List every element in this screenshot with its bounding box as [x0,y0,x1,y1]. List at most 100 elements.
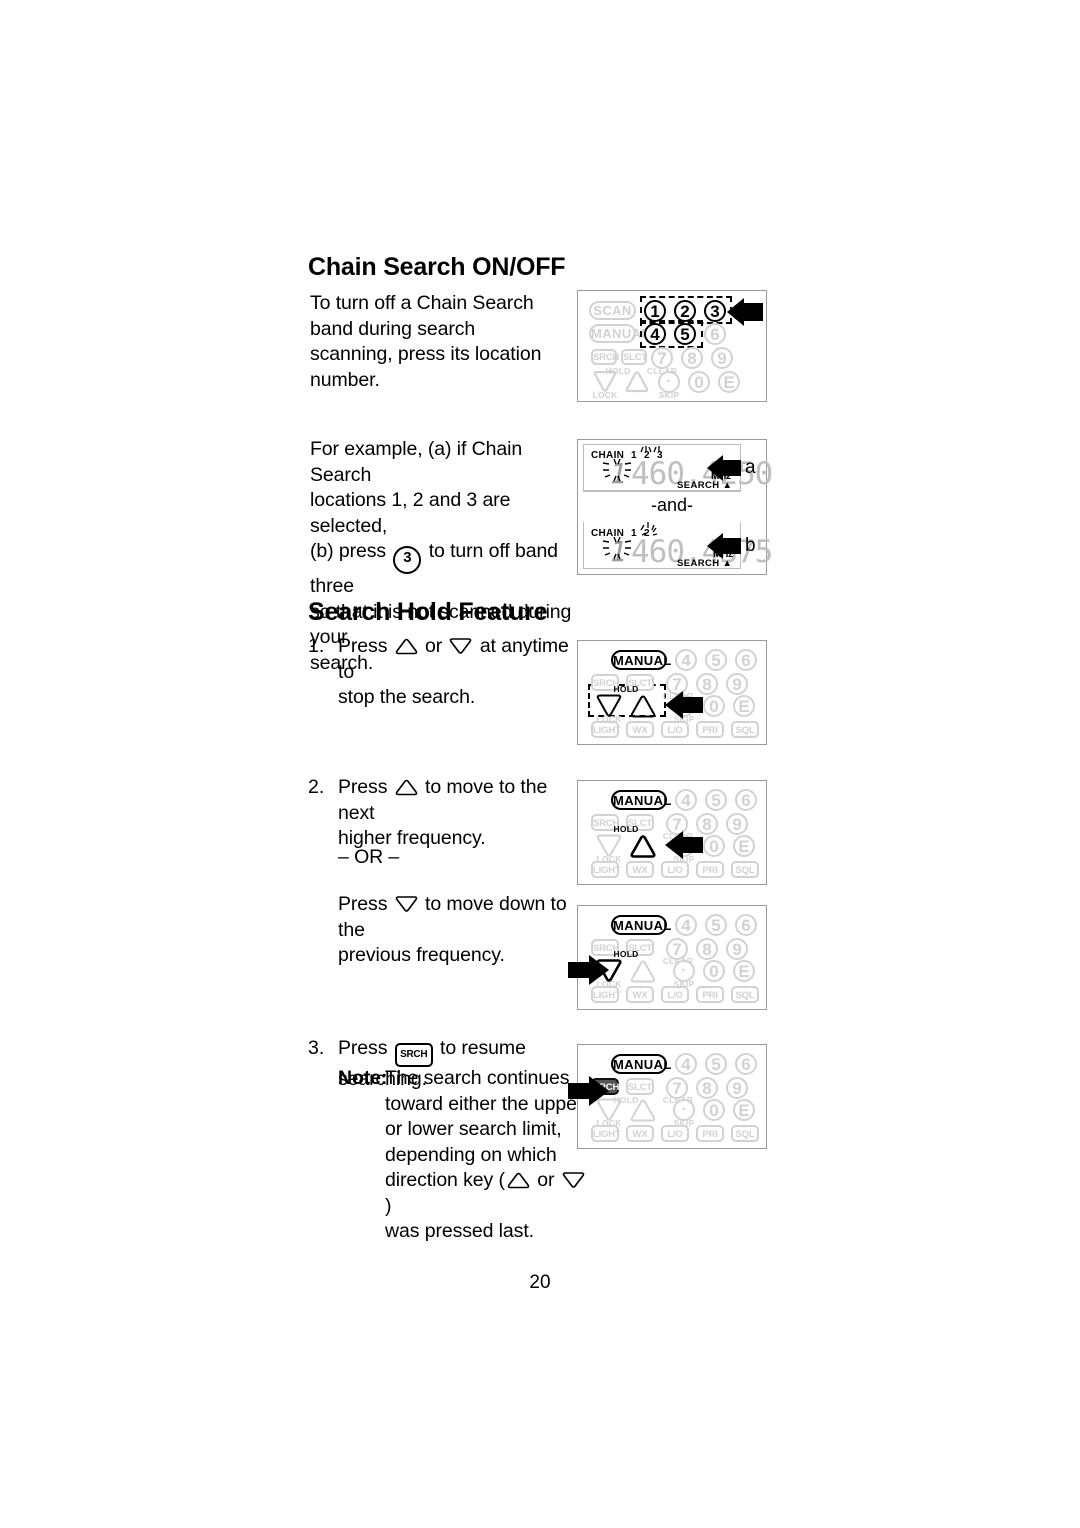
key-slct[interactable]: SLCT [621,349,647,365]
key-9[interactable]: 9 [726,673,748,695]
pointer-arrow-left [726,298,764,326]
key-2[interactable]: 2 [674,300,696,322]
key-3[interactable]: 3 [704,300,726,322]
step-2-alt-text: Press to move down to the previous frequ… [338,892,578,969]
key-e[interactable]: E [733,835,755,857]
lcd-a-flash-band3 [651,446,667,454]
inline-key-3: 3 [393,546,422,574]
key-scan[interactable]: SCAN [589,301,636,320]
key-lo[interactable]: L/O [661,986,689,1003]
key-lo[interactable]: L/O [661,721,689,738]
step-2-line-1: Press to move to the next [338,775,573,826]
key-0[interactable]: 0 [703,695,725,717]
key-9[interactable]: 9 [726,938,748,960]
key-5[interactable]: 5 [705,914,727,936]
key-5[interactable]: 5 [705,789,727,811]
note-line-5-pre: direction key ( [385,1169,505,1191]
key-4[interactable]: 4 [644,323,666,345]
key-5[interactable]: 5 [705,1053,727,1075]
pointer-arrow-lcd-b [706,533,742,559]
key-4[interactable]: 4 [675,789,697,811]
page-number: 20 [529,1272,551,1293]
key-sql[interactable]: SQL [731,1125,759,1142]
key-9[interactable]: 9 [726,813,748,835]
step-1-mid: or [425,635,443,657]
key-slct[interactable]: SLCT [626,1078,654,1095]
lcd-a-flash-digit [601,457,633,483]
key-8[interactable]: 8 [681,347,703,369]
key-light[interactable]: LIGHT [591,861,621,878]
key-light[interactable]: LIGHT [591,1125,621,1142]
key-e[interactable]: E [718,371,740,393]
key-up-arrow[interactable] [628,834,658,858]
key-sql[interactable]: SQL [731,721,759,738]
key-8[interactable]: 8 [696,938,718,960]
key-pri[interactable]: PRI [696,721,724,738]
key-6[interactable]: 6 [735,789,757,811]
step-2-alt-line-2: previous frequency. [338,944,505,966]
up-triangle-icon [506,1172,531,1189]
key-5[interactable]: 5 [674,323,696,345]
key-up-arrow[interactable] [623,371,651,393]
key-up-arrow[interactable] [628,1098,658,1122]
sublabel-hold: HOLD [613,684,639,694]
key-4[interactable]: 4 [675,914,697,936]
key-light[interactable]: LIGHT [591,721,621,738]
key-0[interactable]: 0 [703,835,725,857]
key-wx[interactable]: WX [626,721,654,738]
pointer-arrow-up-key [664,831,704,859]
key-manual[interactable]: MANUAL [611,650,671,670]
step-1-text: Press or at anytime to stop the search. [338,634,573,711]
key-manual[interactable]: MANUAL [611,1054,671,1074]
key-sql[interactable]: SQL [731,986,759,1003]
key-0[interactable]: 0 [703,1099,725,1121]
example-line-3: (b) press 3 to turn off band three [310,539,580,600]
note-line-4: depending on which [385,1143,557,1166]
inline-key-srch: SRCH [394,1043,433,1067]
key-0[interactable]: 0 [688,371,710,393]
key-lo[interactable]: L/O [661,1125,689,1142]
key-srch[interactable]: SRCH [591,349,619,365]
note-line-5: direction key ( or ) [385,1168,590,1219]
step-1-pre: Press [338,635,388,657]
key-sql[interactable]: SQL [731,861,759,878]
note-line-6: was pressed last. [385,1220,534,1242]
example-line-3-pre: (b) press [310,540,387,562]
pointer-arrow-srch-key [568,1076,610,1106]
key-1[interactable]: 1 [644,300,666,322]
note-line-2: toward either the upper [385,1092,584,1115]
key-8[interactable]: 8 [696,1077,718,1099]
key-wx[interactable]: WX [626,1125,654,1142]
key-light[interactable]: LIGHT [591,986,621,1003]
key-9[interactable]: 9 [726,1077,748,1099]
key-6[interactable]: 6 [704,323,726,345]
key-pri[interactable]: PRI [696,986,724,1003]
key-e[interactable]: E [733,1099,755,1121]
key-wx[interactable]: WX [626,861,654,878]
key-9[interactable]: 9 [711,347,733,369]
key-up-arrow[interactable] [628,959,658,983]
key-e[interactable]: E [733,695,755,717]
key-4[interactable]: 4 [675,1053,697,1075]
key-manual[interactable]: MANUAL [611,790,671,810]
up-triangle-icon [394,638,419,655]
key-6[interactable]: 6 [735,649,757,671]
key-4[interactable]: 4 [675,649,697,671]
figure-keypad-hold: MANUAL 4 5 6 SRCH SLCT 7 8 9 HOLD 0 E LO… [577,640,767,745]
down-triangle-icon [448,638,473,655]
step-3-number: 3. [308,1037,325,1059]
key-up-arrow[interactable] [628,694,658,718]
key-pri[interactable]: PRI [696,861,724,878]
key-pri[interactable]: PRI [696,1125,724,1142]
key-6[interactable]: 6 [735,1053,757,1075]
key-0[interactable]: 0 [703,960,725,982]
key-e[interactable]: E [733,960,755,982]
key-5[interactable]: 5 [705,649,727,671]
key-wx[interactable]: WX [626,986,654,1003]
step-2-or-divider: – OR – [338,846,400,868]
key-manual[interactable]: MANUAL [611,915,671,935]
note-line-1: The search continues [385,1067,570,1089]
key-6[interactable]: 6 [735,914,757,936]
key-lo[interactable]: L/O [661,861,689,878]
key-manual[interactable]: MANUAL [589,324,649,343]
